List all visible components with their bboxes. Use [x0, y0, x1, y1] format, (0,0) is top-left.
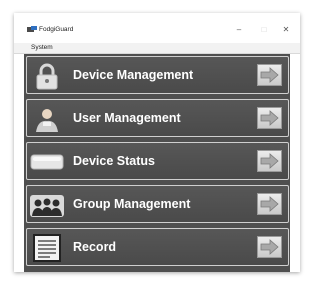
- maximize-button[interactable]: □: [257, 23, 271, 37]
- device-status-label: Device Status: [73, 154, 155, 168]
- record-icon: [33, 234, 61, 262]
- title-bar: FodgiGuard – □ ✕: [14, 13, 300, 43]
- lock-icon: [36, 63, 58, 90]
- record-label: Record: [73, 240, 117, 254]
- device-status-icon: [30, 154, 64, 170]
- minimize-button[interactable]: –: [232, 23, 246, 37]
- arrow-right-icon: [257, 107, 282, 129]
- user-icon: [36, 109, 58, 132]
- record-button[interactable]: Record: [26, 228, 289, 266]
- menu-bar: System: [14, 43, 300, 54]
- group-management-button[interactable]: Group Management: [26, 185, 289, 223]
- device-status-button[interactable]: Device Status: [26, 142, 289, 180]
- main-panel: Device Management User Management Device…: [24, 54, 290, 272]
- group-management-label: Group Management: [73, 197, 191, 211]
- device-management-button[interactable]: Device Management: [26, 56, 289, 94]
- menu-system[interactable]: System: [31, 44, 53, 52]
- user-management-button[interactable]: User Management: [26, 99, 289, 137]
- close-button[interactable]: ✕: [279, 23, 293, 37]
- arrow-right-icon: [257, 64, 282, 86]
- device-management-label: Device Management: [73, 68, 194, 82]
- arrow-right-icon: [257, 236, 282, 258]
- arrow-right-icon: [257, 193, 282, 215]
- group-icon: [30, 195, 64, 217]
- app-window: FodgiGuard – □ ✕ System Device Managemen…: [14, 13, 300, 272]
- user-management-label: User Management: [73, 111, 181, 125]
- app-logo-icon: [27, 26, 37, 32]
- arrow-right-icon: [257, 150, 282, 172]
- window-title: FodgiGuard: [39, 26, 74, 33]
